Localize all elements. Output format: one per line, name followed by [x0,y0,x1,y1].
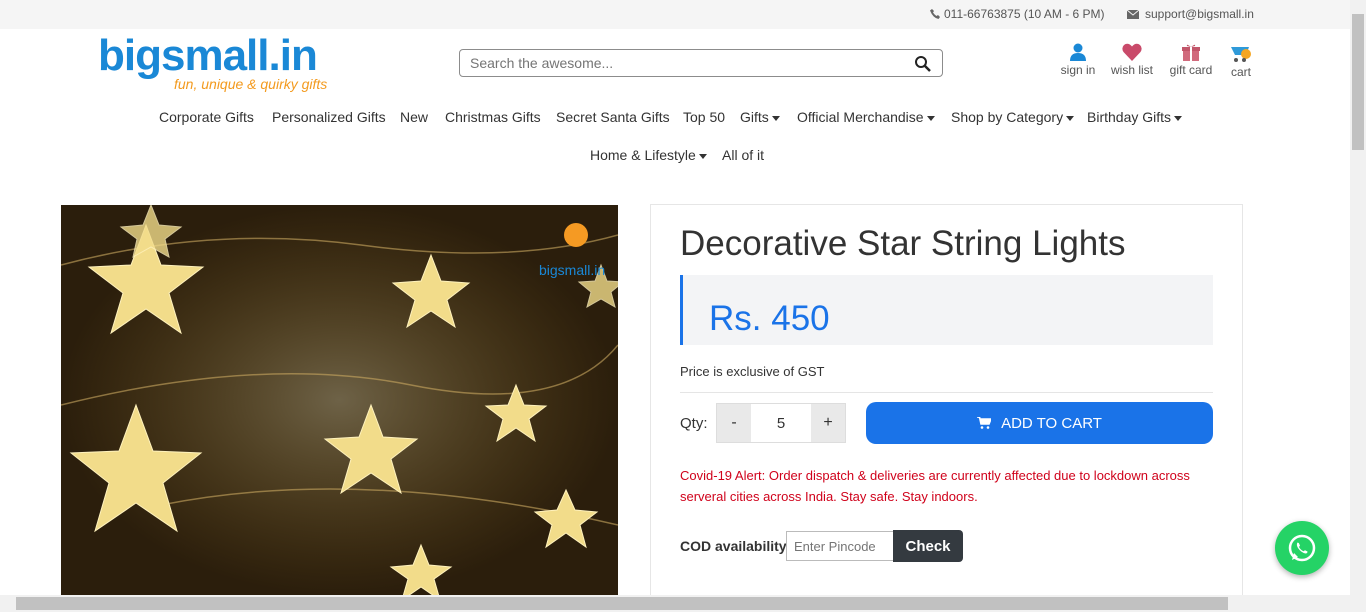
menu-item-christmas-gifts[interactable]: Christmas Gifts [445,109,541,125]
sign-in-label: sign in [1060,63,1096,77]
menu-item-corporate-gifts[interactable]: Corporate Gifts [159,109,254,125]
cart-icon [1231,47,1251,62]
wishlist-link[interactable]: wish list [1110,43,1154,77]
top-bar: 011-66763875 (10 AM - 6 PM) support@bigs… [0,0,1350,29]
user-icon [1070,43,1086,61]
logo-wordmark: bigsmall.in [98,31,318,80]
heart-icon [1122,43,1142,61]
search-icon[interactable] [914,55,932,73]
product-price: Rs. 450 [709,299,830,338]
pincode-input[interactable] [786,531,894,561]
menu-label: Birthday Gifts [1087,109,1172,125]
svg-text:bigsmall.in: bigsmall.in [539,262,605,278]
menu-item-gifts[interactable]: Gifts [740,109,780,125]
caret-down-icon [771,115,780,121]
gst-note: Price is exclusive of GST [680,364,825,379]
menu-label: All of it [722,147,765,163]
search-input[interactable] [460,50,910,76]
menu-item-birthday-gifts[interactable]: Birthday Gifts [1087,109,1183,125]
vertical-scrollbar[interactable] [1350,0,1366,612]
caret-down-icon [1066,115,1075,121]
menu-item-secret-santa-gifts[interactable]: Secret Santa Gifts [556,109,670,125]
menu-label: Official Merchandise [797,109,924,125]
menu-item-home-lifestyle[interactable]: Home & Lifestyle [590,147,707,163]
menu-label: Personalized Gifts [272,109,386,125]
divider [680,392,1213,393]
check-button[interactable]: Check [893,530,963,562]
vertical-scrollbar-thumb[interactable] [1352,14,1364,150]
horizontal-scrollbar-thumb[interactable] [16,597,1228,610]
product-image[interactable]: bigsmall.in [61,205,618,595]
wishlist-label: wish list [1110,63,1153,77]
gift-card-link[interactable]: gift card [1168,43,1214,77]
cart-label: cart [1230,65,1251,79]
menu-item-all-of-it[interactable]: All of it [722,147,764,163]
menu-item-personalized-gifts[interactable]: Personalized Gifts [272,109,386,125]
menu-item-top-50[interactable]: Top 50 [683,109,725,125]
product-title: Decorative Star String Lights [680,224,1126,263]
menu-item-new[interactable]: New [400,109,428,125]
star-lights-illustration: bigsmall.in [61,205,618,595]
phone-icon [930,9,940,19]
menu-label: Gifts [740,109,769,125]
caret-down-icon [698,153,707,159]
site-logo[interactable]: bigsmall.in fun, unique & quirky gifts [98,34,338,96]
mail-icon [1127,9,1139,19]
whatsapp-icon [1288,534,1316,562]
menu-label: Home & Lifestyle [590,147,696,163]
menu-label: Secret Santa Gifts [556,109,670,125]
caret-down-icon [1174,115,1183,121]
menu-label: New [400,109,429,125]
add-to-cart-label: ADD TO CART [1001,414,1102,432]
horizontal-scrollbar[interactable] [0,595,1350,612]
qty-increment-button[interactable]: + [811,404,845,442]
qty-decrement-button[interactable]: - [717,404,751,442]
email-contact[interactable]: support@bigsmall.in [1127,7,1254,21]
search-bar [459,49,943,77]
whatsapp-enquiry-link[interactable] [680,588,1220,595]
menu-label: Shop by Category [951,109,1064,125]
cart-link[interactable]: cart [1226,43,1256,79]
menu-label: Top 50 [683,109,726,125]
menu-label: Christmas Gifts [445,109,541,125]
covid-alert: Covid-19 Alert: Order dispatch & deliver… [680,468,1190,504]
qty-value[interactable]: 5 [751,404,811,442]
email-text: support@bigsmall.in [1145,7,1254,21]
gift-icon [1182,44,1200,61]
menu-item-shop-by-category[interactable]: Shop by Category [951,109,1075,125]
cart-icon [977,417,992,429]
phone-contact[interactable]: 011-66763875 (10 AM - 6 PM) [930,7,1105,21]
quantity-stepper: - 5 + [716,403,846,443]
price-box: Rs. 450 [680,275,1213,345]
phone-text: 011-66763875 (10 AM - 6 PM) [944,7,1105,21]
gift-card-label: gift card [1169,63,1213,77]
caret-down-icon [926,115,935,121]
logo-tagline: fun, unique & quirky gifts [174,76,328,92]
qty-label: Qty: [680,415,708,432]
menu-label: Corporate Gifts [159,109,254,125]
add-to-cart-button[interactable]: ADD TO CART [866,402,1213,444]
cod-label: COD availability [680,538,787,554]
menu-item-official-merchandise[interactable]: Official Merchandise [797,109,935,125]
sign-in-link[interactable]: sign in [1060,43,1096,77]
whatsapp-chat-button[interactable] [1275,521,1329,575]
